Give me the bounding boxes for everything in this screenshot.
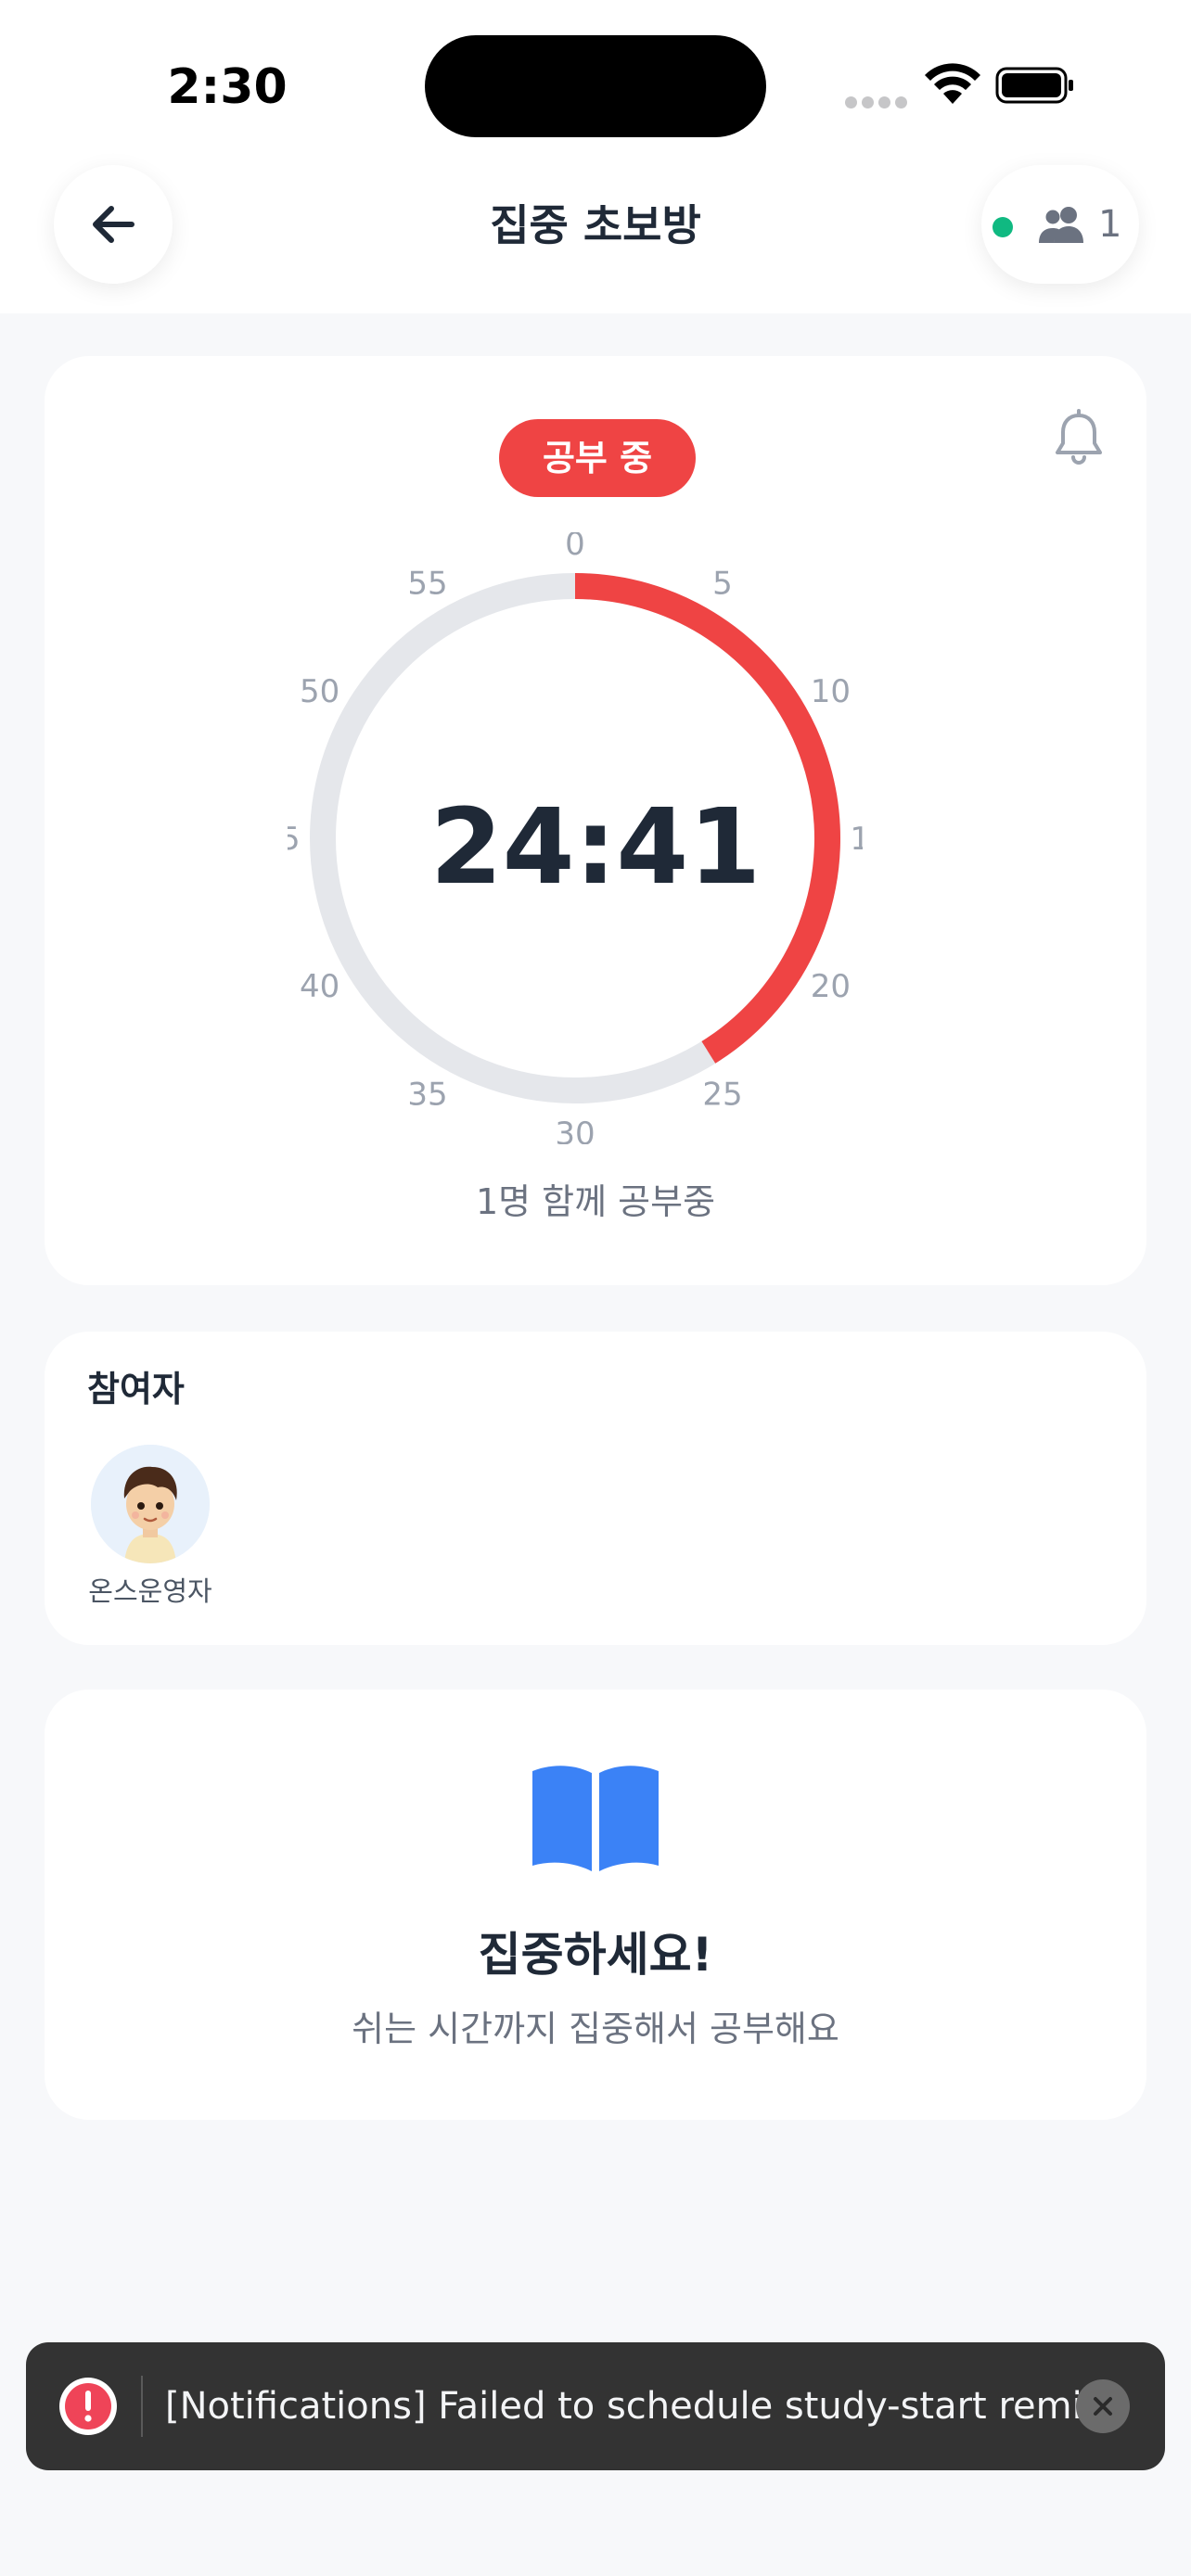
back-button[interactable] (54, 165, 173, 284)
focus-subtitle: 쉬는 시간까지 집중해서 공부해요 (352, 2009, 839, 2049)
arrow-left-icon (93, 206, 134, 243)
toast-close-button[interactable] (1076, 2379, 1130, 2433)
dial-label-10: 10 (811, 673, 851, 710)
participants-title: 참여자 (87, 1369, 185, 1409)
dial-label-20: 20 (811, 968, 851, 1005)
participant-name: 온스운영자 (88, 1575, 212, 1607)
online-status-dot (992, 217, 1013, 237)
wifi-icon (925, 63, 980, 104)
timer-card: 공부 중 0510152025303540455055 24:41 1명 함께 … (45, 356, 1146, 1285)
people-icon (1039, 207, 1083, 243)
dial-label-35: 35 (407, 1076, 447, 1113)
room-title: 집중 초보방 (490, 200, 701, 250)
error-toast[interactable]: [Notifications] Failed to schedule study… (26, 2342, 1165, 2470)
focus-title: 집중하세요! (478, 1928, 713, 1982)
participants-card: 참여자 온스운영자 (45, 1332, 1146, 1645)
toast-message: [Notifications] Failed to schedule study… (165, 2385, 1083, 2428)
dial-label-0: 0 (565, 532, 585, 563)
book-open-icon (532, 1766, 659, 1871)
dial-label-50: 50 (300, 673, 339, 710)
bell-icon[interactable] (1046, 406, 1111, 471)
dial-label-40: 40 (300, 968, 339, 1005)
toast-divider (141, 2376, 143, 2437)
dial-label-30: 30 (555, 1116, 595, 1144)
dynamic-island (425, 35, 766, 137)
avatar[interactable] (91, 1445, 210, 1563)
dial-label-5: 5 (712, 566, 733, 603)
study-status-badge: 공부 중 (499, 419, 696, 497)
participant-count: 1 (1098, 203, 1122, 246)
participants-button[interactable]: 1 (981, 165, 1139, 284)
studying-together-text: 1명 함께 공부중 (475, 1181, 716, 1222)
dial-label-55: 55 (407, 566, 447, 603)
status-bar-time: 2:30 (167, 59, 288, 115)
battery-icon (995, 67, 1073, 104)
focus-card: 집중하세요! 쉬는 시간까지 집중해서 공부해요 (45, 1690, 1146, 2120)
avatar-image (91, 1445, 210, 1563)
dial-label-25: 25 (702, 1076, 742, 1113)
cellular-signal-icon (845, 96, 910, 109)
status-bar-icons (839, 57, 1081, 113)
timer-countdown: 24:41 (429, 787, 762, 908)
dial-label-45: 45 (288, 821, 301, 858)
alert-icon (59, 2378, 117, 2435)
close-icon (1094, 2397, 1112, 2416)
